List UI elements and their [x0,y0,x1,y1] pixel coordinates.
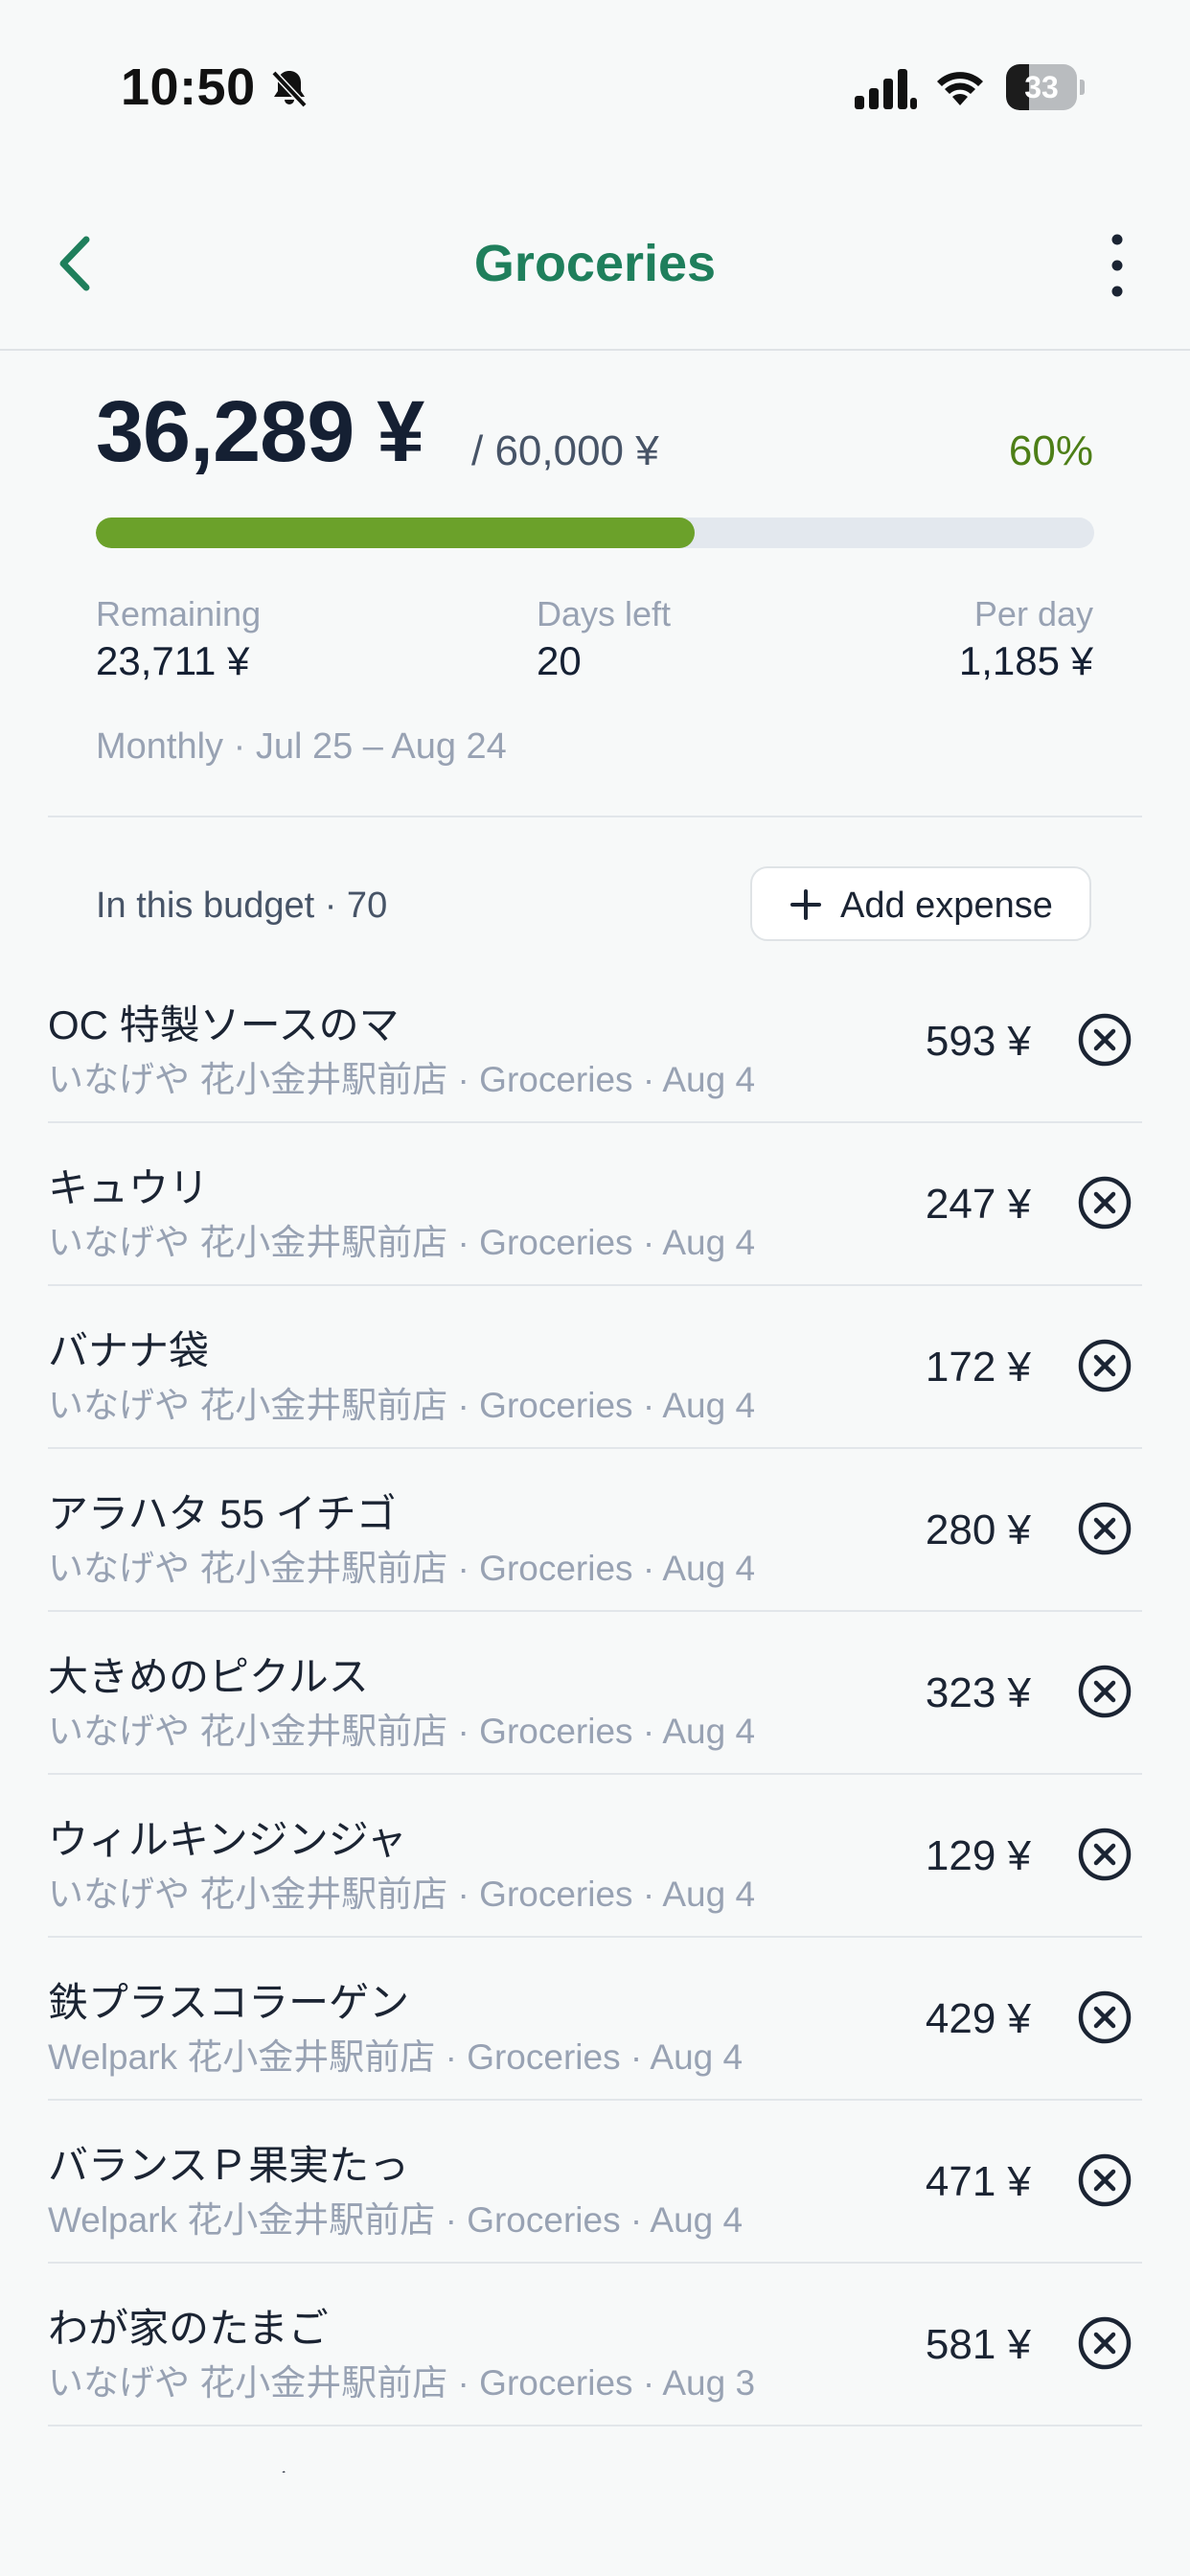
expense-amount: 129 ¥ [925,1832,1031,1879]
status-time: 10:50 [121,58,256,116]
expense-meta: いなげや 花小金井駅前店 · Groceries · Aug 4 [48,1223,756,1262]
add-expense-button[interactable]: Add expense [750,866,1091,941]
expense-name: わが家のたまご [48,2306,329,2351]
wifi-icon [937,72,983,105]
budget-progress-bar [96,518,1094,548]
add-expense-label: Add expense [840,886,1053,926]
delete-circle-x-icon[interactable] [1077,1338,1133,1393]
expense-name: バランスＰ果実たっ [48,2143,410,2188]
expense-amount: 247 ¥ [925,1181,1031,1228]
delete-circle-x-icon[interactable] [1077,2152,1133,2208]
days-left-value: 20 [537,638,582,683]
bell-slash-icon [271,70,308,108]
expense-row[interactable]: 大きめのピクルスいなげや 花小金井駅前店 · Groceries · Aug 4… [0,1612,1190,1775]
expense-name: 大きめのピクルス [48,1654,369,1699]
spent-amount: 36,289 ¥ [96,384,424,480]
expense-amount: 429 ¥ [925,1995,1031,2042]
per-day-value: 1,185 ¥ [958,638,1093,683]
budget-progress-fill [96,518,696,548]
status-bar: 10:50 33 [0,0,1190,172]
expense-meta: Welpark 花小金井駅前店 · Groceries · Aug 4 [48,2200,744,2240]
section-divider [48,816,1142,817]
expense-row[interactable]: わが家のたまごいなげや 花小金井駅前店 · Groceries · Aug 3 5… [0,2264,1190,2426]
delete-circle-x-icon[interactable] [1077,2315,1133,2371]
expense-row[interactable]: ウィルキンジンジャいなげや 花小金井駅前店 · Groceries · Aug … [0,1775,1190,1938]
expense-count: In this budget · 70 [96,886,388,926]
per-day-label: Per day [973,594,1093,633]
expense-amount: 593 ¥ [925,1018,1031,1065]
plus-icon [790,889,821,920]
expense-name: ウィルキンジンジャ [48,1817,407,1862]
days-left-label: Days left [537,594,672,633]
budget-period: Monthly · Jul 25 – Aug 24 [96,726,507,767]
budget-percent: 60% [1008,427,1093,474]
expense-meta: いなげや 花小金井駅前店 · Groceries · Aug 3 [48,2363,756,2403]
page-title: Groceries [473,235,717,292]
expense-row[interactable]: バナナ袋いなげや 花小金井駅前店 · Groceries · Aug 4 172 … [0,1286,1190,1449]
expense-name: ケールヨーグリ [48,2459,330,2472]
expense-name: キュウリ [48,1165,210,1210]
expense-row[interactable]: アラハタ 55 イチゴいなげや 花小金井駅前店 · Groceries · Au… [0,1449,1190,1612]
battery-icon: 33 [1006,64,1085,110]
expense-meta: Welpark 花小金井駅前店 · Groceries · Aug 4 [48,2037,744,2077]
nav-header: Groceries [0,192,1190,351]
delete-circle-x-icon[interactable] [1077,1012,1133,1068]
cellular-signal-icon [855,69,917,109]
expense-name: バナナ袋 [48,1328,210,1373]
expense-name: OC 特製ソースのマ [48,1002,400,1047]
expense-list: OC 特製ソースのマいなげや 花小金井駅前店 · Groceries · Aug… [0,960,1190,2472]
expense-amount: 172 ¥ [925,1344,1031,1391]
delete-circle-x-icon[interactable] [1077,1175,1133,1230]
expense-amount: 323 ¥ [925,1669,1031,1716]
expense-name: アラハタ 55 イチゴ [48,1491,397,1536]
expense-meta: いなげや 花小金井駅前店 · Groceries · Aug 4 [48,1549,756,1588]
expense-meta: いなげや 花小金井駅前店 · Groceries · Aug 4 [48,1060,756,1099]
delete-circle-x-icon[interactable] [1077,1827,1133,1882]
expense-row[interactable]: ケールヨーグリ [0,2426,1190,2472]
more-vertical-icon[interactable] [1092,230,1142,301]
expense-amount: 280 ¥ [925,1506,1031,1553]
expense-row[interactable]: バランスＰ果実たっ Welpark 花小金井駅前店 · Groceries · A… [0,2101,1190,2264]
expense-row[interactable]: 鉄プラスコラーゲン Welpark 花小金井駅前店 · Groceries · A… [0,1938,1190,2101]
remaining-value: 23,711 ¥ [96,638,250,683]
expense-amount: 471 ¥ [925,2158,1031,2205]
battery-percent: 33 [1024,70,1059,104]
delete-circle-x-icon[interactable] [1077,1501,1133,1556]
delete-circle-x-icon[interactable] [1077,1664,1133,1719]
budget-limit: / 60,000 ¥ [471,427,659,474]
expense-meta: いなげや 花小金井駅前店 · Groceries · Aug 4 [48,1712,756,1751]
expense-row[interactable]: キュウリいなげや 花小金井駅前店 · Groceries · Aug 4 247 … [0,1123,1190,1286]
expense-row[interactable]: OC 特製ソースのマいなげや 花小金井駅前店 · Groceries · Aug… [0,960,1190,1123]
expense-name: 鉄プラスコラーゲン [48,1980,410,2025]
expense-meta: いなげや 花小金井駅前店 · Groceries · Aug 4 [48,1386,756,1425]
expense-amount: 581 ¥ [925,2321,1031,2368]
expense-meta: いなげや 花小金井駅前店 · Groceries · Aug 4 [48,1874,756,1914]
delete-circle-x-icon[interactable] [1077,1990,1133,2045]
remaining-label: Remaining [96,594,262,633]
